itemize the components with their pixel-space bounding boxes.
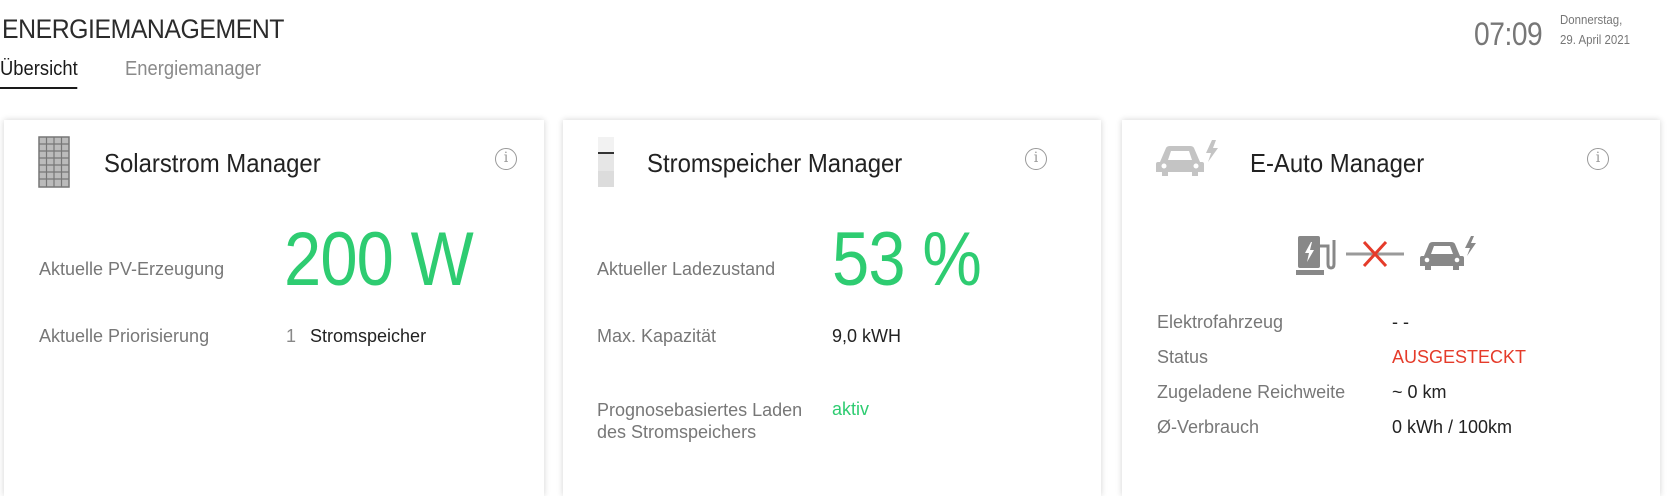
state-of-charge-label: Aktueller Ladezustand: [597, 259, 776, 279]
clock-time: 07:09: [1474, 16, 1543, 52]
forecast-charging-label: Prognosebasiertes Laden des Stromspeiche…: [597, 400, 803, 442]
info-icon[interactable]: i: [1025, 148, 1047, 170]
pv-generation-value: 200 W: [284, 217, 474, 302]
ev-manager-card[interactable]: E-Auto Manager i Elektrofahrzeug - - Sta…: [1122, 120, 1660, 496]
electric-car-icon: [1156, 140, 1218, 176]
prioritization-rank: 1: [286, 326, 297, 346]
electric-car-icon: [1420, 236, 1476, 270]
solar-panel-icon: [38, 136, 70, 188]
max-capacity-value: 9,0 kWH: [832, 326, 902, 346]
date-weekday: Donnerstag,: [1560, 12, 1623, 27]
state-of-charge-value: 53 %: [832, 217, 982, 302]
vehicle-label: Elektrofahrzeug: [1157, 312, 1284, 332]
pv-generation-label: Aktuelle PV-Erzeugung: [39, 259, 225, 279]
status-label: Status: [1157, 347, 1209, 367]
header: ENERGIEMANAGEMENT Übersicht Energiemanag…: [0, 0, 1670, 100]
disconnected-cross-icon: [1346, 240, 1404, 268]
prioritization-label: Aktuelle Priorisierung: [39, 326, 210, 346]
clock-date: Donnerstag, 29. April 2021: [1560, 10, 1630, 50]
info-icon[interactable]: i: [495, 148, 517, 170]
solar-manager-card[interactable]: Solarstrom Manager i Aktuelle PV-Erzeugu…: [4, 120, 544, 496]
avg-consumption-value: 0 kWh / 100km: [1392, 417, 1513, 437]
date-full: 29. April 2021: [1560, 32, 1630, 47]
max-capacity-label: Max. Kapazität: [597, 326, 717, 346]
ev-card-title: E-Auto Manager: [1250, 148, 1425, 178]
charged-range-value: ~ 0 km: [1392, 382, 1447, 402]
info-icon[interactable]: i: [1587, 148, 1609, 170]
tab-uebersicht[interactable]: Übersicht: [0, 58, 78, 89]
storage-manager-card[interactable]: Stromspeicher Manager i Aktueller Ladezu…: [563, 120, 1101, 496]
avg-consumption-label: Ø-Verbrauch: [1157, 417, 1260, 437]
prioritization-value: 1 Stromspeicher: [286, 326, 426, 347]
status-value: AUSGESTECKT: [1392, 347, 1527, 367]
vehicle-value: - -: [1392, 312, 1409, 332]
tab-energiemanager[interactable]: Energiemanager: [125, 58, 261, 87]
storage-card-title: Stromspeicher Manager: [647, 148, 903, 178]
forecast-charging-value[interactable]: aktiv: [832, 399, 869, 420]
charged-range-label: Zugeladene Reichweite: [1157, 382, 1346, 402]
charging-station-icon: [1296, 236, 1336, 275]
solar-card-title: Solarstrom Manager: [104, 148, 321, 178]
page-title: ENERGIEMANAGEMENT: [2, 14, 285, 44]
battery-icon: [598, 137, 614, 187]
prioritization-target: Stromspeicher: [310, 326, 427, 346]
